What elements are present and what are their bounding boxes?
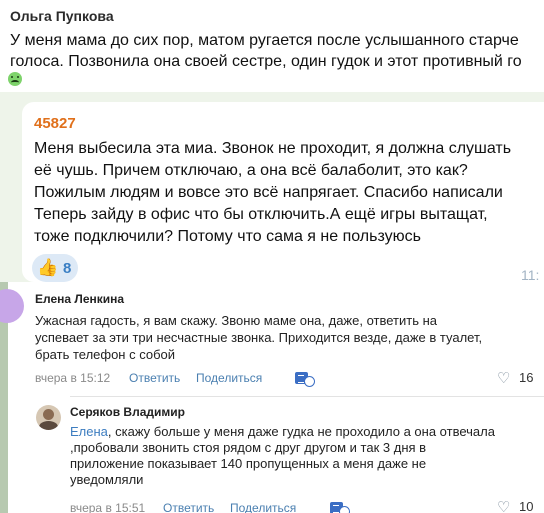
message-text: У меня мама до сих пор, матом ругается п… — [10, 30, 544, 72]
share-button[interactable]: Поделиться — [230, 501, 296, 513]
comment-line: Ужасная гадость, я вам скажу. Звоню маме… — [35, 313, 438, 328]
message-line: Меня выбесила эта миа. Звонок не проходи… — [34, 140, 512, 157]
message-author[interactable]: 45827 — [34, 115, 76, 132]
divider — [70, 396, 544, 397]
message-line: У меня мама до сих пор, матом ругается п… — [10, 32, 519, 49]
comment-author[interactable]: Елена Ленкина — [35, 292, 124, 306]
heart-icon[interactable]: ♡ — [497, 498, 510, 513]
comment-line: Елена, скажу больше у меня даже гудка не… — [70, 424, 495, 439]
message-line: Теперь зайду в офис что бы отключить.А е… — [34, 206, 488, 223]
reaction-chip[interactable]: 👍 8 — [32, 254, 78, 282]
emoji-reaction-icon[interactable] — [295, 371, 315, 387]
reply-button[interactable]: Ответить — [163, 501, 214, 513]
comment-author[interactable]: Серяков Владимир — [70, 405, 185, 419]
nauseated-face-icon — [8, 72, 22, 86]
message-bubble[interactable]: Ольга Пупкова У меня мама до сих пор, ма… — [0, 0, 544, 92]
avatar[interactable] — [36, 405, 61, 430]
comment-text: Елена, скажу больше у меня даже гудка не… — [70, 424, 544, 488]
reaction-count: 8 — [63, 260, 72, 277]
thumbs-up-icon: 👍 — [37, 258, 59, 277]
reply-button[interactable]: Ответить — [129, 371, 180, 385]
message-line: Пожилым людям и вовсе это всё напрягает.… — [34, 184, 503, 201]
like-count: 16 — [519, 370, 534, 385]
mention-link[interactable]: Елена — [70, 424, 108, 439]
comment-time: вчера в 15:51 — [70, 501, 146, 513]
message-line: голоса. Позвонила она своей сестре, один… — [10, 53, 522, 70]
message-line: её чушь. Причем отключаю, а она всё бала… — [34, 162, 468, 179]
message-time: 11: — [521, 267, 540, 283]
like-count: 10 — [519, 499, 534, 513]
message-author[interactable]: Ольга Пупкова — [10, 8, 114, 24]
comment-line: ,пробовали звонить стоя рядом с друг дру… — [70, 440, 427, 455]
emoji-reaction-icon[interactable] — [330, 501, 350, 513]
comment-line: брать телефон с собой — [35, 347, 176, 362]
message-line: тоже подключили? Потому что сама я не по… — [34, 228, 421, 245]
comment-text: Ужасная гадость, я вам скажу. Звоню маме… — [35, 312, 540, 363]
comment-line: приложение показывает 140 пропущенных а … — [70, 456, 427, 471]
message-text: Меня выбесила эта миа. Звонок не проходи… — [34, 138, 544, 248]
chat-screen: Ольга Пупкова У меня мама до сих пор, ма… — [0, 0, 544, 513]
comment-line: успевает за эти три несчастные звонка. П… — [35, 330, 483, 345]
heart-icon[interactable]: ♡ — [497, 369, 510, 387]
comment-line: уведомляли — [70, 472, 144, 487]
share-button[interactable]: Поделиться — [196, 371, 262, 385]
message-bubble[interactable]: 45827 Меня выбесила эта миа. Звонок не п… — [22, 102, 544, 283]
comment-time: вчера в 15:12 — [35, 371, 111, 385]
